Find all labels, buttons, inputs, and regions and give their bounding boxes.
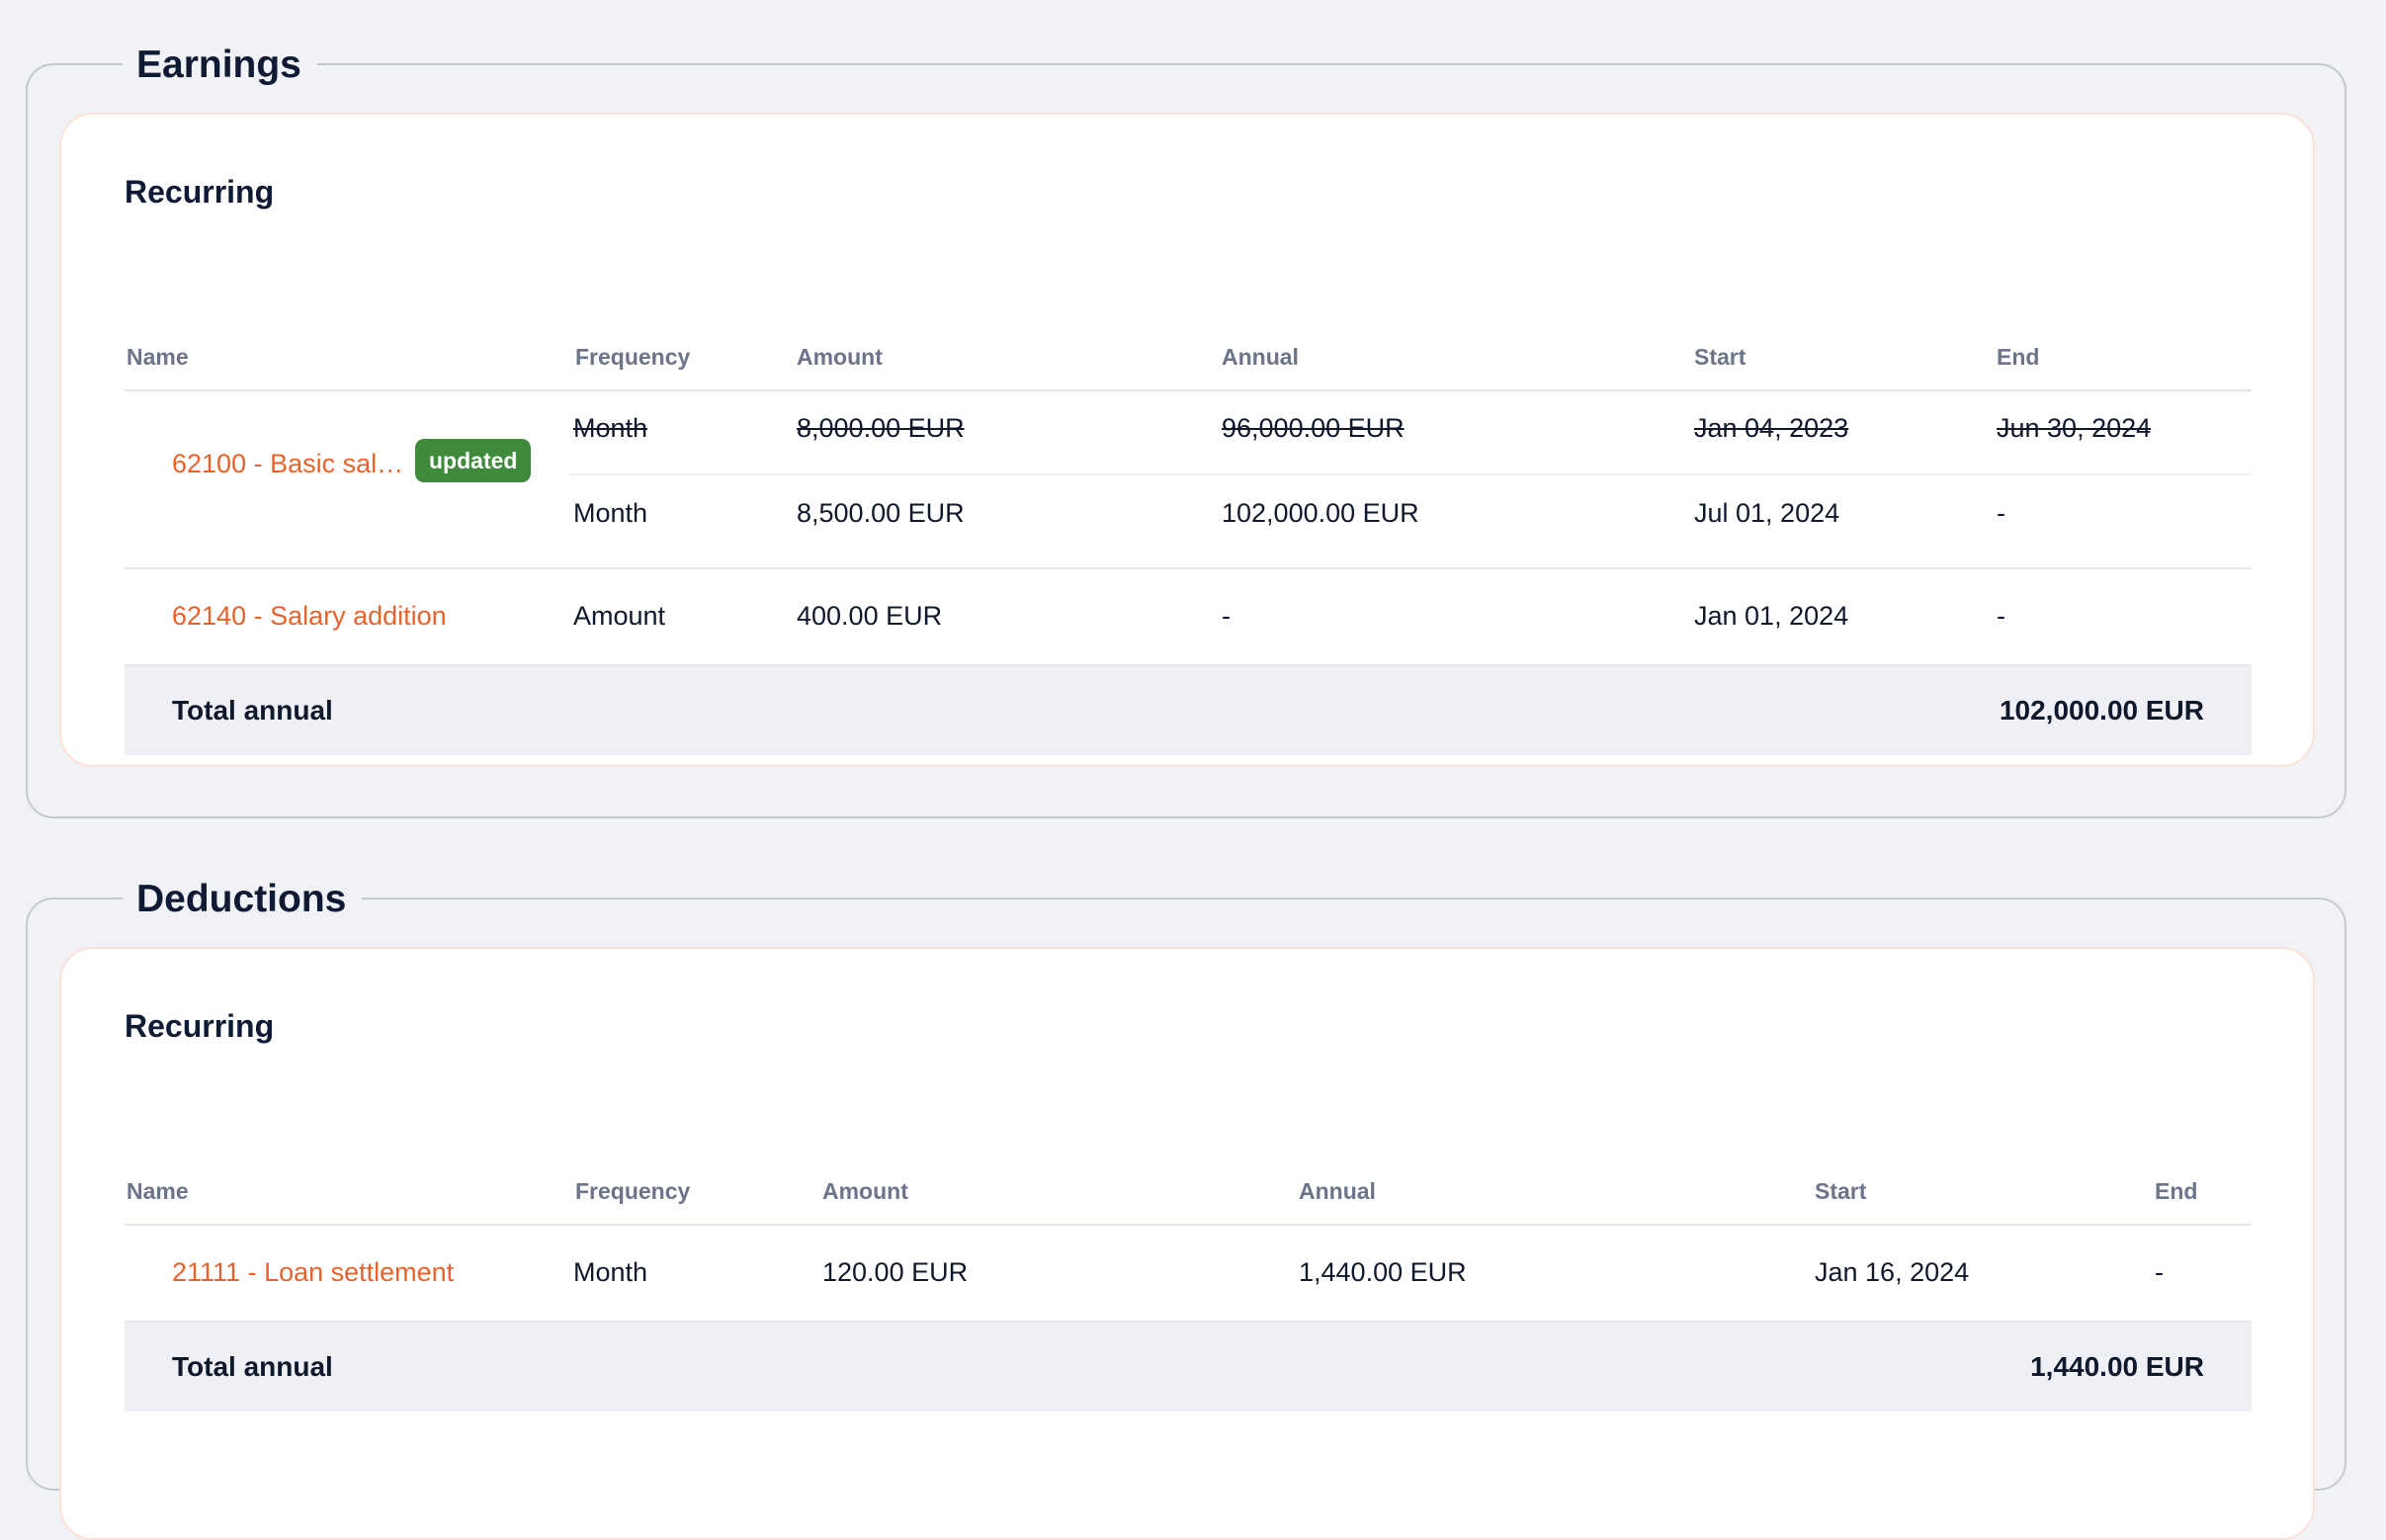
col-annual[interactable]: Annual: [1222, 344, 1299, 371]
col-amount[interactable]: Amount: [822, 1178, 908, 1205]
table-row[interactable]: 62140 - Salary addition Amount 400.00 EU…: [125, 569, 2252, 664]
col-name[interactable]: Name: [127, 344, 189, 371]
total-annual-label: Total annual: [172, 1351, 333, 1382]
end-cell: -: [1997, 601, 2005, 631]
annual-cell: -: [1222, 601, 1231, 631]
row-name-link[interactable]: 62140 - Salary addition: [172, 601, 447, 632]
row-name-link[interactable]: 62100 - Basic sal…: [172, 449, 403, 479]
current-amount: 8,500.00 EUR: [797, 498, 965, 528]
earnings-recurring-card: Recurring Name Frequency Amount Annual S…: [59, 113, 2315, 767]
deductions-recurring-card: Recurring Name Frequency Amount Annual S…: [59, 947, 2315, 1540]
col-start[interactable]: Start: [1815, 1178, 1866, 1205]
deductions-section: Deductions Recurring Name Frequency Amou…: [26, 870, 2346, 1540]
amount-cell: 400.00 EUR: [797, 601, 943, 631]
total-annual-row: Total annual 102,000.00 EUR: [125, 666, 2252, 755]
total-annual-value: 1,440.00 EUR: [2030, 1351, 2204, 1382]
earnings-section: Earnings Recurring Name Frequency Amount…: [26, 36, 2346, 818]
row-divider: [569, 473, 2252, 475]
table-header: Name Frequency Amount Annual Start End: [125, 320, 2252, 391]
col-name[interactable]: Name: [127, 1178, 189, 1205]
updated-badge: updated: [415, 439, 532, 482]
old-frequency: Month: [573, 413, 648, 443]
current-end: -: [1997, 498, 2005, 528]
current-frequency: Month: [573, 498, 648, 528]
start-cell: Jan 16, 2024: [1815, 1257, 1970, 1287]
total-annual-label: Total annual: [172, 695, 333, 726]
old-end: Jun 30, 2024: [1997, 413, 2152, 443]
recurring-title: Recurring: [125, 174, 275, 210]
col-end[interactable]: End: [1997, 344, 2039, 371]
earnings-legend: Earnings: [123, 36, 317, 95]
table-header: Name Frequency Amount Annual Start End: [125, 1155, 2252, 1226]
deductions-legend: Deductions: [123, 870, 363, 929]
earnings-table: Name Frequency Amount Annual Start End 6…: [125, 320, 2252, 755]
end-cell: -: [2155, 1257, 2164, 1287]
old-start: Jan 04, 2023: [1694, 413, 1849, 443]
col-frequency[interactable]: Frequency: [575, 344, 690, 371]
amount-cell: 120.00 EUR: [822, 1257, 969, 1287]
total-annual-row: Total annual 1,440.00 EUR: [125, 1323, 2252, 1412]
frequency-cell: Amount: [573, 601, 666, 631]
col-amount[interactable]: Amount: [797, 344, 883, 371]
col-start[interactable]: Start: [1694, 344, 1746, 371]
annual-cell: 1,440.00 EUR: [1299, 1257, 1467, 1287]
row-name-link[interactable]: 21111 - Loan settlement: [172, 1257, 454, 1288]
col-end[interactable]: End: [2155, 1178, 2197, 1205]
old-annual: 96,000.00 EUR: [1222, 413, 1405, 443]
table-row[interactable]: 21111 - Loan settlement Month 120.00 EUR…: [125, 1226, 2252, 1321]
total-annual-value: 102,000.00 EUR: [1999, 695, 2204, 726]
table-row[interactable]: 62100 - Basic sal… updated Month 8,000.0…: [125, 391, 2252, 567]
recurring-title: Recurring: [125, 1008, 275, 1044]
col-annual[interactable]: Annual: [1299, 1178, 1376, 1205]
frequency-cell: Month: [573, 1257, 648, 1287]
start-cell: Jan 01, 2024: [1694, 601, 1849, 631]
current-start: Jul 01, 2024: [1694, 498, 1840, 528]
old-amount: 8,000.00 EUR: [797, 413, 965, 443]
col-frequency[interactable]: Frequency: [575, 1178, 690, 1205]
deductions-table: Name Frequency Amount Annual Start End 2…: [125, 1155, 2252, 1412]
current-annual: 102,000.00 EUR: [1222, 498, 1419, 528]
